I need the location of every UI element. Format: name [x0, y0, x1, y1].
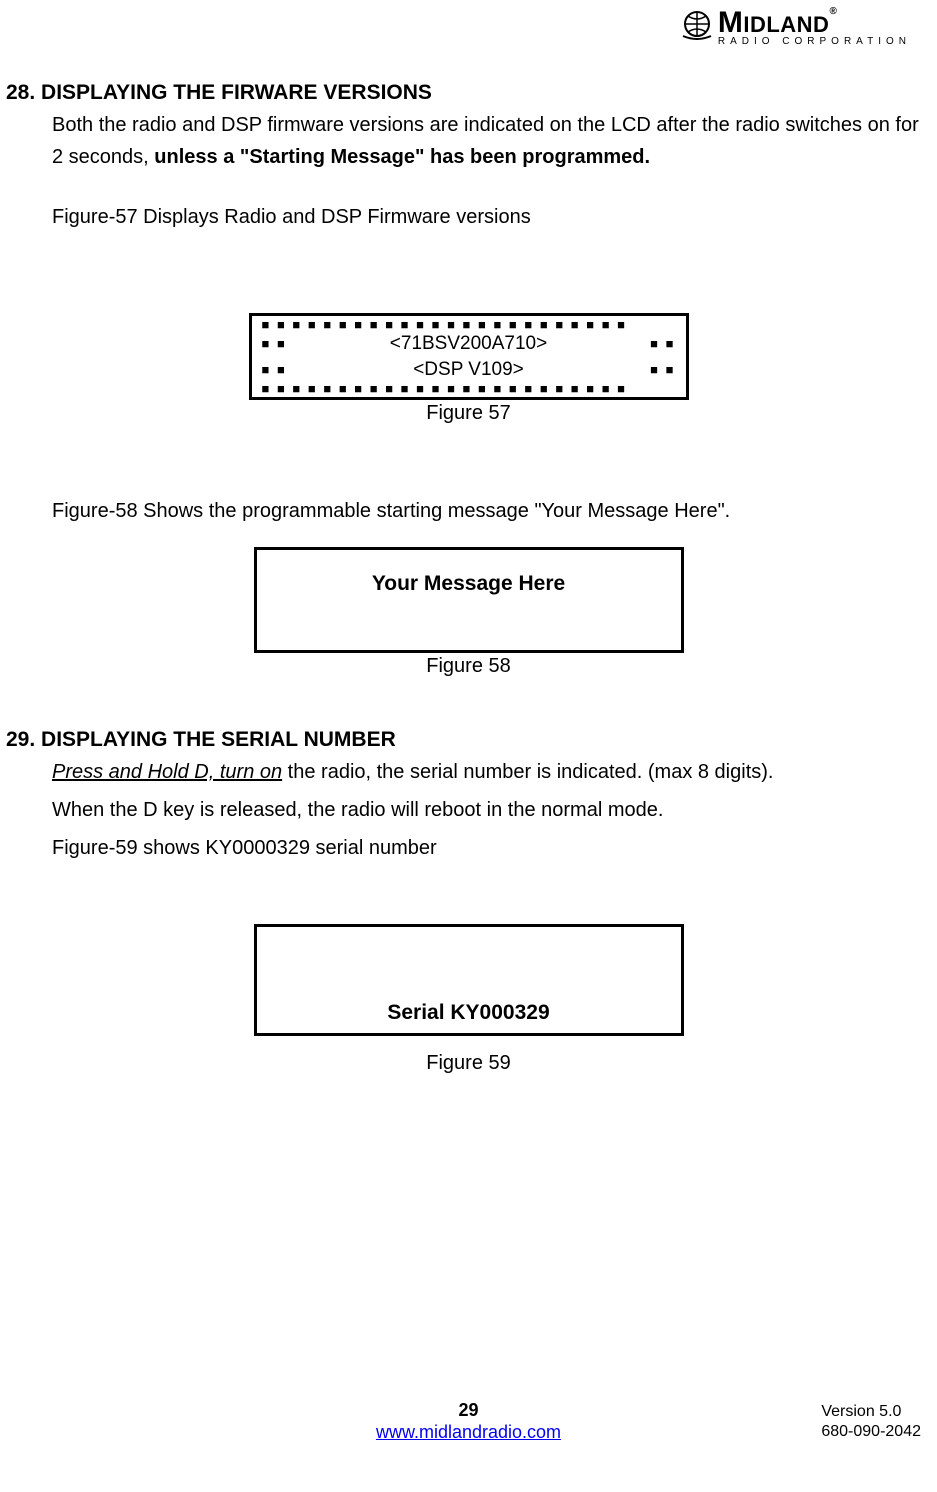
website-link[interactable]: www.midlandradio.com	[376, 1422, 561, 1442]
section-29-title: 29. DISPLAYING THE SERIAL NUMBER	[6, 728, 931, 752]
lcd-display-figure-57: ■ ■ ■ ■ ■ ■ ■ ■ ■ ■ ■ ■ ■ ■ ■ ■ ■ ■ ■ ■ …	[249, 313, 689, 400]
lcd-row-1: ■ ■ <71BSV200A710> ■ ■	[262, 331, 676, 357]
registered-mark: ®	[829, 6, 837, 17]
serial-number-text: Serial KY000329	[387, 1001, 549, 1025]
section-29-line3: Figure-59 shows KY0000329 serial number	[52, 832, 931, 864]
brand-rest: IDLAND	[743, 12, 829, 37]
section-28-title: 28. DISPLAYING THE FIRWARE VERSIONS	[6, 81, 931, 105]
section-29-line2: When the D key is released, the radio wi…	[52, 794, 931, 826]
lcd-row-2: ■ ■ <DSP V109> ■ ■	[262, 357, 676, 383]
brand-name: MIDLAND®	[718, 6, 911, 40]
brand-logo: MIDLAND® RADIO CORPORATION	[680, 6, 911, 48]
figure-58-caption: Figure 58	[6, 655, 931, 678]
header-logo-area: MIDLAND® RADIO CORPORATION	[6, 0, 931, 61]
starting-message-text: Your Message Here	[372, 572, 565, 596]
lcd-radio-firmware-text: <71BSV200A710>	[287, 331, 650, 357]
document-page: MIDLAND® RADIO CORPORATION 28. DISPLAYIN…	[0, 0, 937, 1450]
document-number: 680-090-2042	[821, 1422, 921, 1442]
figure-59-caption: Figure 59	[6, 1052, 931, 1075]
globe-icon	[680, 6, 714, 48]
figure-58-intro: Figure-58 Shows the programmable startin…	[52, 495, 931, 527]
lcd-right-squares: ■ ■	[650, 331, 675, 357]
lcd-bottom-border-squares: ■ ■ ■ ■ ■ ■ ■ ■ ■ ■ ■ ■ ■ ■ ■ ■ ■ ■ ■ ■ …	[262, 383, 676, 395]
brand-letter: M	[718, 6, 744, 39]
lcd-right-squares: ■ ■	[650, 357, 675, 383]
document-version-block: Version 5.0 680-090-2042	[821, 1402, 921, 1442]
section-29-line1: Press and Hold D, turn on the radio, the…	[52, 756, 931, 788]
section-28-body: Both the radio and DSP firmware versions…	[52, 109, 931, 173]
section-29-line1-rest: the radio, the serial number is indicate…	[282, 761, 773, 783]
page-footer: 29 www.midlandradio.com	[0, 1400, 937, 1444]
lcd-top-border-squares: ■ ■ ■ ■ ■ ■ ■ ■ ■ ■ ■ ■ ■ ■ ■ ■ ■ ■ ■ ■ …	[262, 319, 676, 331]
lcd-display-figure-59: Serial KY000329	[254, 924, 684, 1036]
lcd-dsp-firmware-text: <DSP V109>	[287, 357, 650, 383]
lcd-display-figure-58: Your Message Here	[254, 547, 684, 653]
version-label: Version 5.0	[821, 1402, 921, 1422]
section-28-body-bold: unless a "Starting Message" has been pro…	[154, 146, 650, 168]
page-number: 29	[0, 1400, 937, 1421]
figure-57-intro: Figure-57 Displays Radio and DSP Firmwar…	[52, 201, 931, 233]
brand-subline: RADIO CORPORATION	[718, 36, 911, 47]
press-hold-instruction: Press and Hold D, turn on	[52, 761, 282, 783]
lcd-left-squares: ■ ■	[262, 357, 287, 383]
figure-57-caption: Figure 57	[6, 402, 931, 425]
lcd-left-squares: ■ ■	[262, 331, 287, 357]
